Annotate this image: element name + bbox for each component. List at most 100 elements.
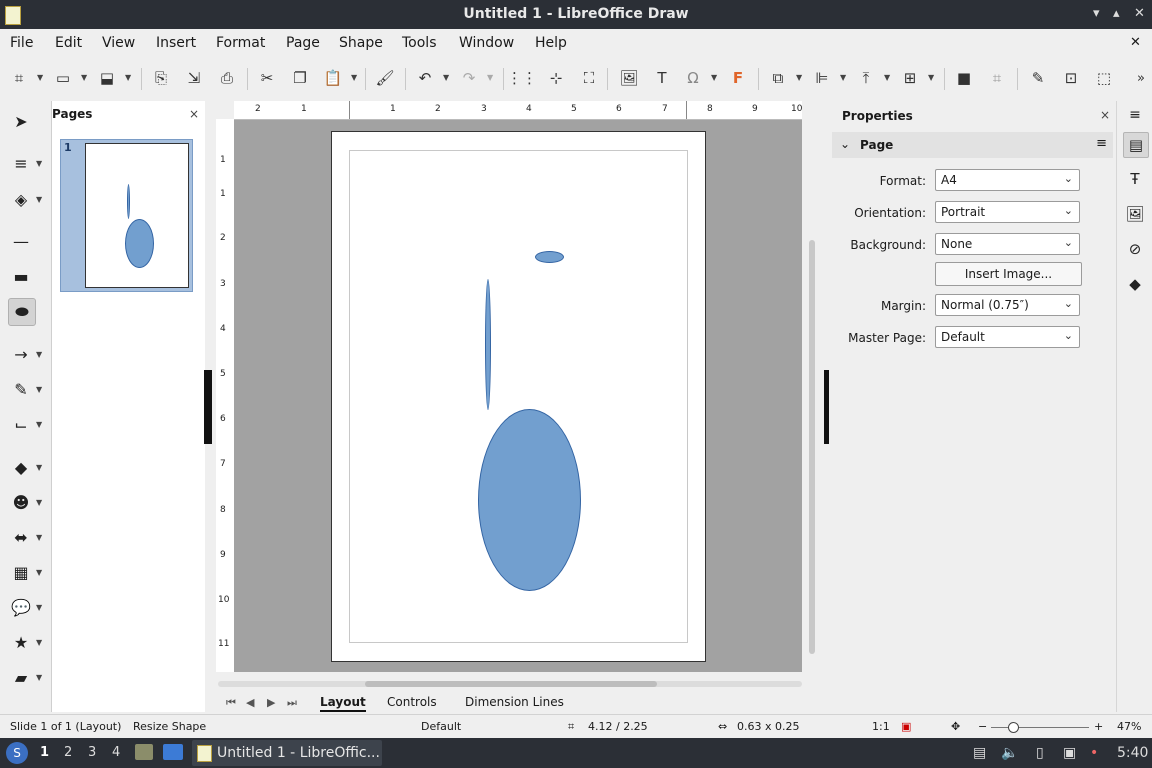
first-tab-icon[interactable]: ⏮ bbox=[226, 696, 236, 710]
tab-dimension-lines[interactable]: Dimension Lines bbox=[465, 695, 564, 709]
pages-panel-collapse-handle[interactable] bbox=[204, 370, 212, 444]
insert-image-button[interactable]: Insert Image... bbox=[935, 262, 1082, 286]
clone-formatting-icon[interactable]: 🖌 bbox=[374, 67, 396, 89]
connectors-icon[interactable]: ⌙ bbox=[8, 411, 34, 437]
fit-page-icon[interactable]: ✥ bbox=[951, 720, 960, 733]
3d-objects-icon[interactable]: ▰ bbox=[8, 664, 34, 690]
line-color-icon[interactable]: ≡ bbox=[8, 150, 34, 176]
section-menu-icon[interactable]: ≡ bbox=[1096, 136, 1107, 151]
zoom-status[interactable]: 47% bbox=[1117, 720, 1141, 733]
chevron-down-icon[interactable]: ▼ bbox=[351, 73, 357, 82]
chevron-down-icon[interactable]: ▼ bbox=[36, 568, 42, 577]
chevron-down-icon[interactable]: ▼ bbox=[796, 73, 802, 82]
gallery-deck-icon[interactable]: 🖼 bbox=[1123, 202, 1147, 226]
menu-window[interactable]: Window bbox=[459, 35, 514, 51]
styles-deck-icon[interactable]: Ŧ bbox=[1123, 167, 1147, 191]
export-icon[interactable]: ⎘ bbox=[150, 67, 172, 89]
distribute-icon[interactable]: ⊞ bbox=[899, 67, 921, 89]
chevron-down-icon[interactable]: ▼ bbox=[81, 73, 87, 82]
open-folder-icon[interactable]: ▭ bbox=[52, 67, 74, 89]
chevron-down-icon[interactable]: ▼ bbox=[36, 533, 42, 542]
chevron-down-icon[interactable]: ▼ bbox=[36, 159, 42, 168]
zoom-slider[interactable] bbox=[991, 727, 1089, 728]
menu-page[interactable]: Page bbox=[286, 35, 320, 51]
zoom-page-icon[interactable]: ⛶ bbox=[578, 67, 600, 89]
zoom-out-icon[interactable]: − bbox=[978, 720, 987, 733]
menu-file[interactable]: File bbox=[10, 35, 33, 51]
workspace-4[interactable]: 4 bbox=[112, 745, 120, 760]
large-ellipse-shape[interactable] bbox=[478, 409, 581, 591]
notification-icon[interactable]: • bbox=[1090, 745, 1098, 761]
zoom-in-icon[interactable]: + bbox=[1094, 720, 1103, 733]
basic-shapes-icon[interactable]: ◆ bbox=[8, 454, 34, 480]
maximize-icon[interactable]: ▴ bbox=[1113, 6, 1120, 21]
clipboard-icon[interactable]: ▯ bbox=[1036, 745, 1044, 761]
volume-icon[interactable]: 🔈 bbox=[1001, 745, 1018, 761]
menu-insert[interactable]: Insert bbox=[156, 35, 196, 51]
copy-icon[interactable]: ❐ bbox=[289, 67, 311, 89]
close-window-icon[interactable]: ✕ bbox=[1134, 6, 1145, 21]
chevron-down-icon[interactable]: ▼ bbox=[36, 638, 42, 647]
workspace-2[interactable]: 2 bbox=[64, 745, 72, 760]
stars-icon[interactable]: ★ bbox=[8, 629, 34, 655]
chevron-down-icon[interactable]: ▼ bbox=[36, 420, 42, 429]
new-document-icon[interactable]: ⌗ bbox=[8, 67, 30, 89]
horizontal-scroll-thumb[interactable] bbox=[365, 681, 657, 687]
print-icon[interactable]: ⎙ bbox=[216, 67, 238, 89]
cut-icon[interactable]: ✂ bbox=[256, 67, 278, 89]
close-pages-panel-icon[interactable]: × bbox=[189, 107, 199, 121]
chevron-down-icon[interactable]: ▼ bbox=[36, 385, 42, 394]
lines-arrows-icon[interactable]: → bbox=[8, 341, 34, 367]
navigator-deck-icon[interactable]: ⊘ bbox=[1123, 237, 1147, 261]
curves-icon[interactable]: ✎ bbox=[8, 376, 34, 402]
chevron-down-icon[interactable]: ▼ bbox=[711, 73, 717, 82]
redo-icon[interactable]: ↷ bbox=[458, 67, 480, 89]
margin-select[interactable]: Normal (0.75″) ⌄ bbox=[935, 294, 1080, 316]
background-select[interactable]: None ⌄ bbox=[935, 233, 1080, 255]
align-objects-icon[interactable]: ⊫ bbox=[811, 67, 833, 89]
keyboard-icon[interactable]: ▤ bbox=[973, 745, 986, 761]
file-manager-icon[interactable] bbox=[135, 744, 153, 760]
chevron-down-icon[interactable]: ▼ bbox=[36, 603, 42, 612]
callouts-icon[interactable]: 💬 bbox=[8, 594, 34, 620]
chevron-down-icon[interactable]: ▼ bbox=[840, 73, 846, 82]
show-desktop-icon[interactable] bbox=[163, 744, 183, 760]
flowchart-icon[interactable]: ▦ bbox=[8, 559, 34, 585]
chevron-down-icon[interactable]: ▼ bbox=[928, 73, 934, 82]
page-thumbnail[interactable] bbox=[85, 143, 189, 288]
horizontal-scrollbar[interactable] bbox=[218, 678, 802, 690]
horizontal-ruler[interactable]: 2 1 1 2 3 4 5 6 7 8 9 10 bbox=[234, 101, 802, 120]
fill-color-icon[interactable]: ◈ bbox=[8, 186, 34, 212]
chevron-down-icon[interactable]: ▼ bbox=[36, 350, 42, 359]
chevron-down-icon[interactable]: ▼ bbox=[443, 73, 449, 82]
prev-tab-icon[interactable]: ◀ bbox=[246, 696, 254, 709]
crop-icon[interactable]: ⌗ bbox=[986, 67, 1008, 89]
arrange-icon[interactable]: ⤒ bbox=[855, 67, 877, 89]
select-arrow-icon[interactable]: ➤ bbox=[8, 108, 34, 134]
block-arrows-icon[interactable]: ⬌ bbox=[8, 524, 34, 550]
minimize-icon[interactable]: ▾ bbox=[1093, 6, 1100, 21]
close-document-icon[interactable]: ✕ bbox=[1130, 35, 1141, 50]
last-tab-icon[interactable]: ⏭ bbox=[287, 696, 297, 710]
fontwork-icon[interactable]: F bbox=[727, 67, 749, 89]
page-section-header[interactable]: ⌄ Page ≡ bbox=[832, 132, 1113, 158]
export-pdf-icon[interactable]: ⇲ bbox=[183, 67, 205, 89]
vertical-scroll-thumb[interactable] bbox=[809, 240, 815, 654]
insert-image-icon[interactable]: 🖼 bbox=[618, 67, 640, 89]
glue-points-icon[interactable]: ⊡ bbox=[1060, 67, 1082, 89]
chevron-down-icon[interactable]: ▼ bbox=[36, 498, 42, 507]
start-menu-icon[interactable]: S bbox=[6, 742, 28, 764]
menu-help[interactable]: Help bbox=[535, 35, 567, 51]
close-properties-icon[interactable]: × bbox=[1100, 108, 1110, 122]
chevron-down-icon[interactable]: ▼ bbox=[36, 673, 42, 682]
text-box-icon[interactable]: T bbox=[651, 67, 673, 89]
format-select[interactable]: A4 ⌄ bbox=[935, 169, 1080, 191]
tab-layout[interactable]: Layout bbox=[320, 695, 366, 712]
save-icon[interactable]: ⬓ bbox=[96, 67, 118, 89]
paste-icon[interactable]: 📋 bbox=[322, 67, 344, 89]
menu-format[interactable]: Format bbox=[216, 35, 265, 51]
line-icon[interactable]: — bbox=[8, 228, 34, 254]
taskbar-window-item[interactable]: Untitled 1 - LibreOffic... bbox=[192, 740, 382, 766]
workspace-3[interactable]: 3 bbox=[88, 745, 96, 760]
rectangle-icon[interactable]: ▬ bbox=[8, 263, 34, 289]
